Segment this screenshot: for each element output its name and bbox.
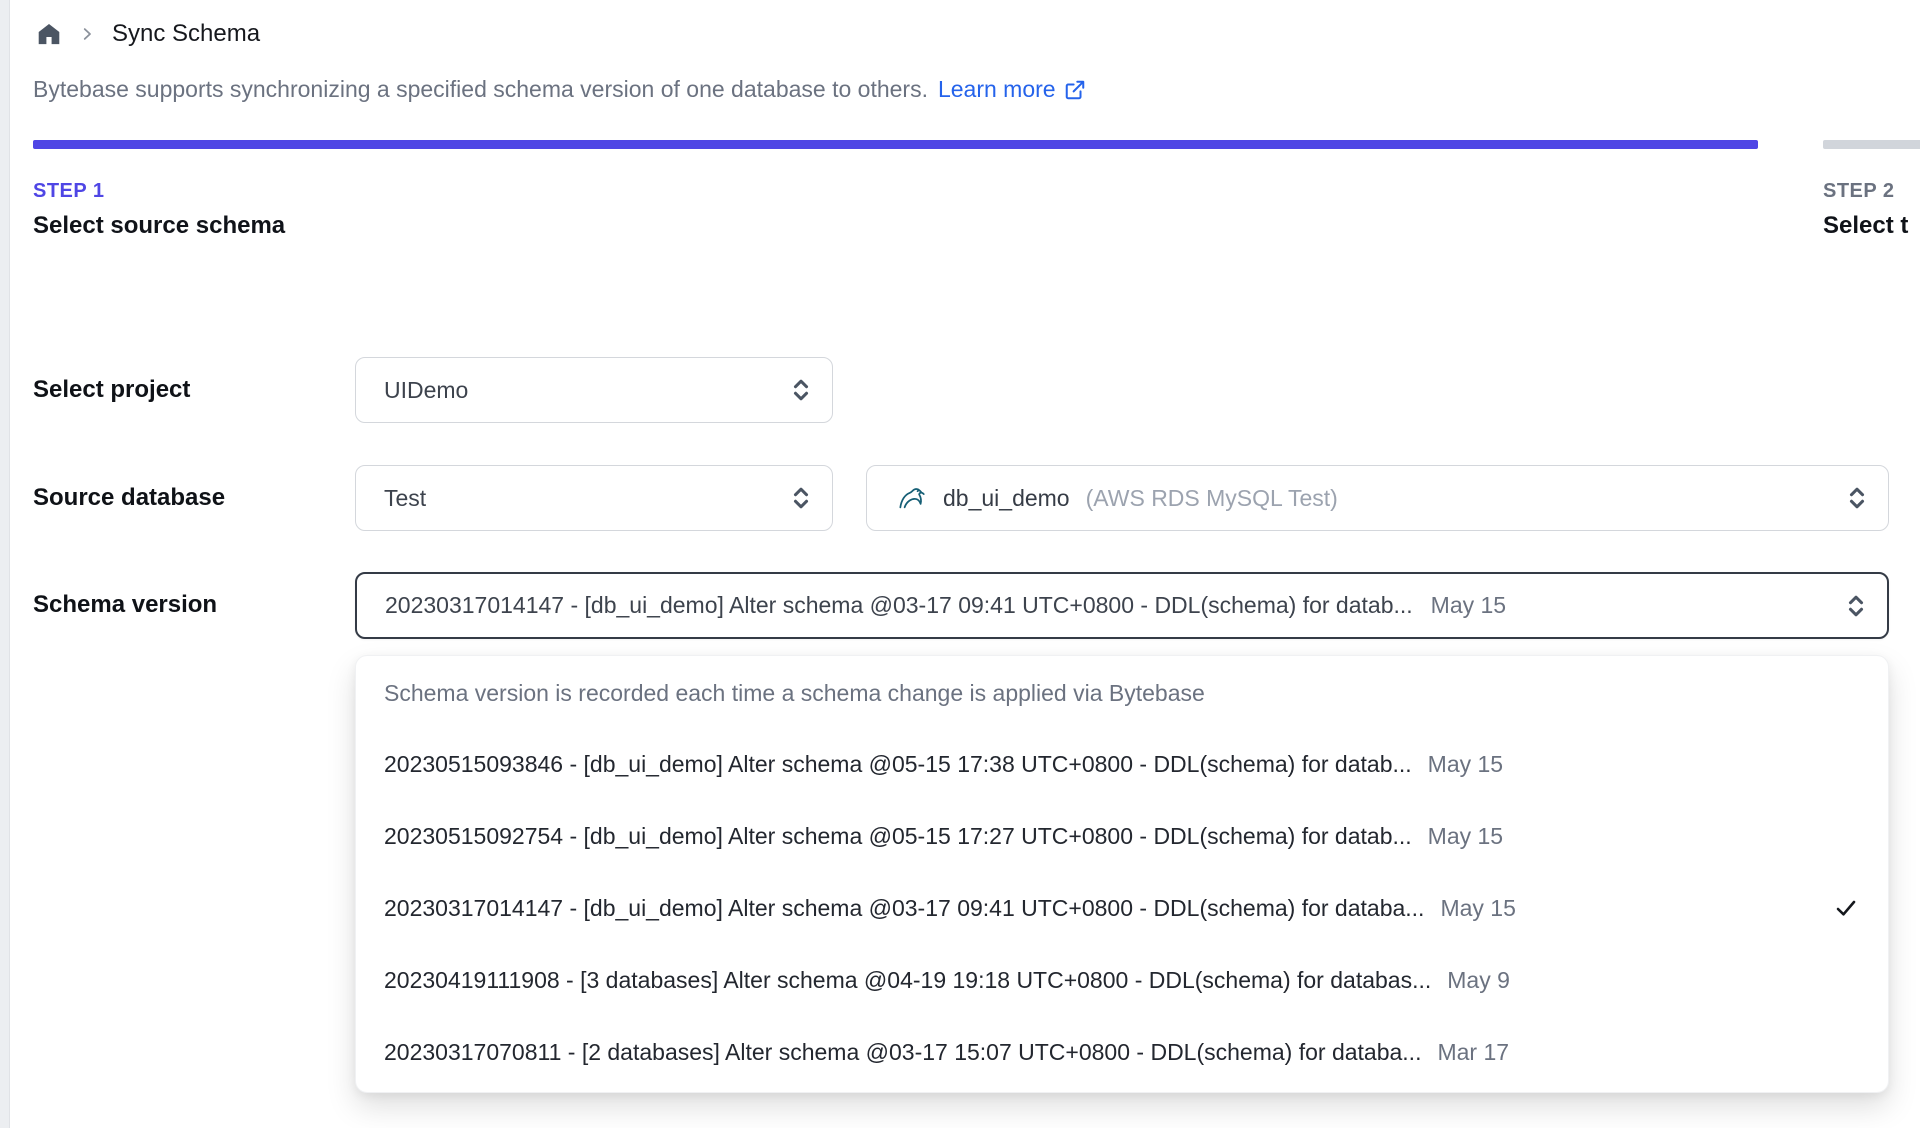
learn-more-label: Learn more bbox=[937, 76, 1056, 102]
step1-progress-bar bbox=[33, 140, 1758, 149]
step2-title: Select t bbox=[1823, 212, 1909, 239]
chevron-up-down-icon bbox=[790, 483, 812, 513]
schema-version-option-date: May 9 bbox=[1447, 966, 1510, 993]
schema-version-option-date: May 15 bbox=[1440, 894, 1516, 921]
schema-version-option[interactable]: 20230515092754 - [db_ui_demo] Alter sche… bbox=[356, 800, 1888, 872]
check-icon bbox=[1834, 896, 1858, 920]
project-select[interactable]: UIDemo bbox=[355, 357, 833, 423]
step1-label: STEP 1 bbox=[33, 180, 105, 202]
step2-progress-bar bbox=[1823, 140, 1920, 149]
database-select-detail: (AWS RDS MySQL Test) bbox=[1085, 484, 1338, 511]
schema-version-option[interactable]: 20230419111908 - [3 databases] Alter sch… bbox=[356, 944, 1888, 1016]
project-select-value: UIDemo bbox=[384, 376, 469, 403]
schema-version-option-text: 20230317070811 - [2 databases] Alter sch… bbox=[384, 1038, 1422, 1065]
schema-version-select-date: May 15 bbox=[1430, 592, 1507, 618]
external-link-icon bbox=[1064, 79, 1086, 101]
schema-version-option-date: Mar 17 bbox=[1437, 1038, 1510, 1065]
schema-version-option[interactable]: 20230515093846 - [db_ui_demo] Alter sche… bbox=[356, 728, 1888, 800]
page-title: Sync Schema bbox=[112, 20, 261, 47]
breadcrumb: Sync Schema bbox=[36, 20, 260, 48]
chevron-up-down-icon bbox=[1846, 483, 1868, 513]
home-icon[interactable] bbox=[36, 21, 62, 47]
schema-version-option-text: 20230515093846 - [db_ui_demo] Alter sche… bbox=[384, 750, 1412, 777]
learn-more-link[interactable]: Learn more bbox=[938, 76, 1086, 103]
schema-version-label: Schema version bbox=[33, 591, 218, 618]
schema-version-option-text: 20230419111908 - [3 databases] Alter sch… bbox=[384, 966, 1432, 993]
page-description: Bytebase supports synchronizing a specif… bbox=[33, 76, 1086, 103]
sync-schema-page: Sync Schema Bytebase supports synchroniz… bbox=[0, 0, 1920, 1128]
database-select-value: db_ui_demo bbox=[943, 484, 1070, 511]
schema-version-select[interactable]: 20230317014147 - [db_ui_demo] Alter sche… bbox=[355, 572, 1889, 639]
step1-title: Select source schema bbox=[33, 212, 286, 239]
schema-version-option-list: 20230515093846 - [db_ui_demo] Alter sche… bbox=[356, 728, 1888, 1088]
schema-version-option[interactable]: 20230317014147 - [db_ui_demo] Alter sche… bbox=[356, 872, 1888, 944]
schema-version-select-value: 20230317014147 - [db_ui_demo] Alter sche… bbox=[385, 592, 1413, 618]
schema-version-option-text: 20230515092754 - [db_ui_demo] Alter sche… bbox=[384, 822, 1412, 849]
schema-version-dropdown-hint: Schema version is recorded each time a s… bbox=[384, 680, 1205, 706]
source-database-label: Source database bbox=[33, 484, 226, 511]
chevron-up-down-icon bbox=[790, 375, 812, 405]
schema-version-option-text: 20230317014147 - [db_ui_demo] Alter sche… bbox=[384, 894, 1425, 921]
step1-header: STEP 1 Select source schema bbox=[33, 180, 285, 240]
database-select[interactable]: db_ui_demo (AWS RDS MySQL Test) bbox=[866, 465, 1889, 531]
select-project-label: Select project bbox=[33, 376, 191, 403]
chevron-right-icon bbox=[78, 25, 96, 43]
environment-select-value: Test bbox=[384, 484, 427, 511]
schema-version-dropdown: Schema version is recorded each time a s… bbox=[355, 655, 1889, 1093]
schema-version-option-date: May 15 bbox=[1427, 750, 1504, 777]
left-edge-divider bbox=[0, 0, 10, 1128]
schema-version-option[interactable]: 20230317070811 - [2 databases] Alter sch… bbox=[356, 1016, 1888, 1088]
step2-header: STEP 2 Select t bbox=[1823, 180, 1908, 240]
mysql-dolphin-icon bbox=[895, 482, 927, 514]
schema-version-option-date: May 15 bbox=[1427, 822, 1504, 849]
environment-select[interactable]: Test bbox=[355, 465, 833, 531]
chevron-up-down-icon bbox=[1829, 591, 1867, 621]
step2-label: STEP 2 bbox=[1823, 180, 1895, 202]
description-text: Bytebase supports synchronizing a specif… bbox=[33, 76, 928, 102]
